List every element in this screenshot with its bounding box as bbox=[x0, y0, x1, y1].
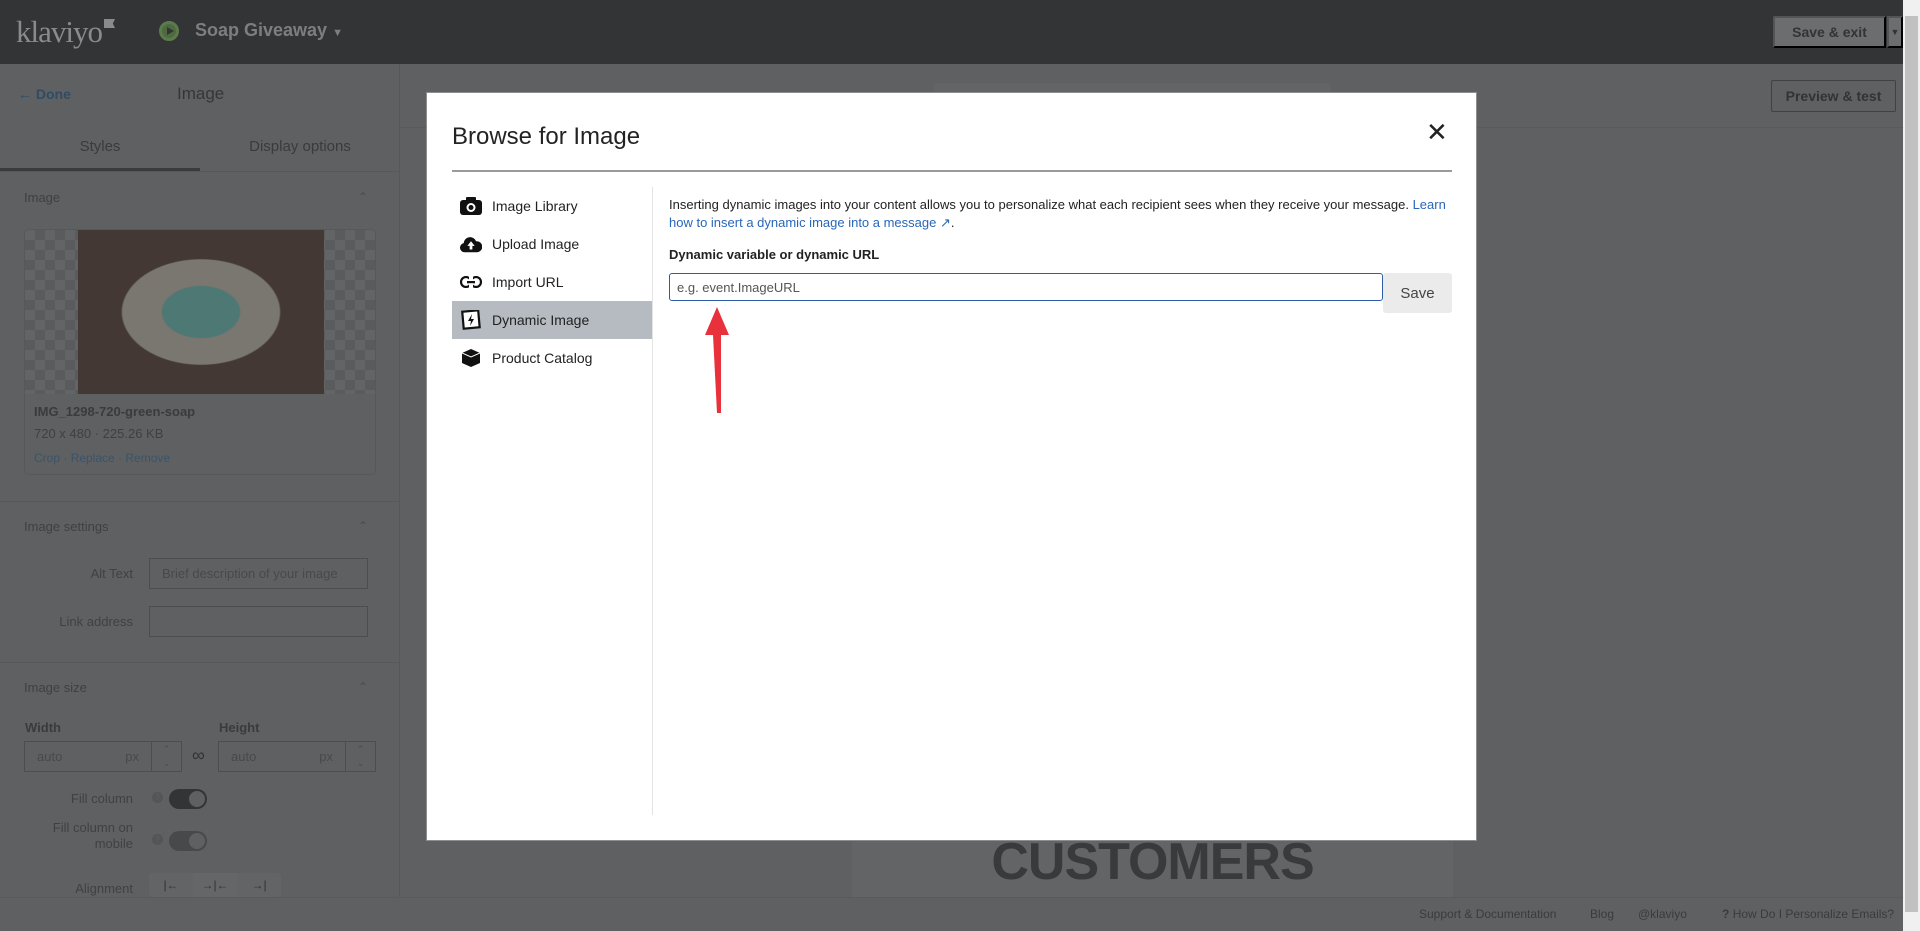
align-right-icon[interactable]: →| bbox=[237, 873, 281, 897]
nav-label: Import URL bbox=[492, 274, 564, 290]
dynamic-url-input[interactable] bbox=[669, 273, 1383, 301]
external-link-icon: ↗ bbox=[939, 215, 951, 230]
width-stepper[interactable]: ⌃ ⌄ bbox=[151, 741, 182, 772]
fill-column-mobile-label: Fill column on mobile bbox=[52, 820, 133, 851]
nav-product-catalog[interactable]: Product Catalog bbox=[452, 339, 652, 377]
section-title-image-settings: Image settings bbox=[24, 519, 109, 534]
dynamic-url-label: Dynamic variable or dynamic URL bbox=[669, 247, 880, 262]
panel-title: Image bbox=[177, 84, 225, 103]
section-title-image-size: Image size bbox=[24, 680, 87, 695]
nav-dynamic-image[interactable]: Dynamic Image bbox=[452, 301, 652, 339]
align-left-icon[interactable]: |← bbox=[149, 873, 193, 897]
remove-link[interactable]: Remove bbox=[125, 451, 170, 465]
divider bbox=[0, 662, 400, 663]
fill-column-toggle[interactable] bbox=[169, 789, 207, 809]
tab-display-options[interactable]: Display options bbox=[200, 138, 400, 155]
alt-text-input[interactable]: Brief description of your image bbox=[149, 558, 368, 589]
nav-label: Product Catalog bbox=[492, 350, 593, 366]
klaviyo-logo: klaviyo bbox=[16, 14, 103, 49]
save-options-caret-icon[interactable]: ▼ bbox=[1887, 16, 1903, 48]
replace-link[interactable]: Replace bbox=[71, 451, 115, 465]
done-button[interactable]: ← Done bbox=[18, 86, 71, 102]
preview-test-button[interactable]: Preview & test bbox=[1771, 80, 1896, 112]
nav-label: Image Library bbox=[492, 198, 578, 214]
modal-title: Browse for Image bbox=[452, 123, 641, 150]
link-icon bbox=[460, 272, 482, 292]
image-card: IMG_1298-720-green-soap 720 x 480 · 225.… bbox=[24, 229, 376, 475]
align-center-icon[interactable]: →|← bbox=[193, 873, 237, 897]
cloud-upload-icon bbox=[460, 234, 482, 254]
annotation-arrow-icon bbox=[705, 307, 729, 413]
browse-image-modal: Browse for Image ✕ Image Library Upload … bbox=[427, 93, 1476, 840]
tab-styles[interactable]: Styles bbox=[0, 138, 200, 155]
fill-column-mobile-toggle[interactable] bbox=[169, 831, 207, 851]
image-actions: Crop · Replace · Remove bbox=[34, 451, 171, 465]
footer bbox=[0, 897, 1903, 931]
top-bar: klaviyo Soap Giveaway ▼ Save & exit ▼ bbox=[0, 0, 1903, 64]
width-label: Width bbox=[25, 720, 61, 735]
nav-label: Upload Image bbox=[492, 236, 580, 252]
fill-column-label: Fill column bbox=[70, 791, 133, 806]
save-exit-button[interactable]: Save & exit bbox=[1773, 16, 1886, 48]
modal-divider bbox=[452, 170, 1452, 172]
collapse-chevron-icon[interactable]: ⌃ bbox=[358, 190, 368, 204]
nav-upload-image[interactable]: Upload Image bbox=[452, 225, 652, 263]
link-address-input[interactable] bbox=[149, 606, 368, 637]
help-icon[interactable]: ? bbox=[152, 834, 163, 845]
link-dimensions-icon[interactable]: ∞ bbox=[192, 745, 205, 766]
campaign-status-icon bbox=[159, 21, 179, 41]
box-icon bbox=[460, 348, 482, 368]
nav-import-url[interactable]: Import URL bbox=[452, 263, 652, 301]
modal-vertical-divider bbox=[652, 187, 653, 815]
logo-flag-icon bbox=[104, 19, 115, 28]
image-properties-panel bbox=[0, 64, 400, 897]
crop-link[interactable]: Crop bbox=[34, 451, 60, 465]
link-address-label: Link address bbox=[59, 614, 133, 629]
footer-support-link[interactable]: Support & Documentation bbox=[1419, 907, 1556, 921]
collapse-chevron-icon[interactable]: ⌃ bbox=[358, 519, 368, 533]
campaign-name-dropdown[interactable]: Soap Giveaway ▼ bbox=[195, 20, 343, 41]
height-input[interactable]: auto px bbox=[218, 741, 346, 772]
alignment-label: Alignment bbox=[75, 881, 133, 896]
footer-twitter-link[interactable]: @klaviyo bbox=[1638, 907, 1687, 921]
divider bbox=[0, 171, 400, 172]
image-filename: IMG_1298-720-green-soap bbox=[34, 404, 196, 419]
close-icon[interactable]: ✕ bbox=[1426, 117, 1448, 148]
image-thumbnail bbox=[78, 230, 324, 394]
nav-image-library[interactable]: Image Library bbox=[452, 187, 652, 225]
alignment-buttons: |← →|← →| bbox=[149, 873, 281, 897]
help-icon[interactable]: ? bbox=[152, 792, 163, 803]
footer-blog-link[interactable]: Blog bbox=[1590, 907, 1614, 921]
section-title-image: Image bbox=[24, 190, 61, 205]
divider bbox=[0, 501, 400, 502]
scrollbar-thumb[interactable] bbox=[1905, 16, 1918, 912]
dynamic-image-icon bbox=[460, 310, 482, 330]
description-text: Inserting dynamic images into your conte… bbox=[669, 197, 1409, 212]
image-dimensions: 720 x 480 · 225.26 KB bbox=[34, 426, 164, 441]
question-icon: ? bbox=[1722, 907, 1730, 921]
height-stepper[interactable]: ⌃ ⌄ bbox=[345, 741, 376, 772]
height-label: Height bbox=[219, 720, 260, 735]
camera-icon bbox=[460, 196, 482, 216]
footer-help-link[interactable]: ? How Do I Personalize Emails? bbox=[1722, 907, 1894, 921]
alt-text-label: Alt Text bbox=[90, 566, 133, 581]
nav-label: Dynamic Image bbox=[492, 312, 590, 328]
dynamic-image-description: Inserting dynamic images into your conte… bbox=[669, 197, 1446, 230]
save-button[interactable]: Save bbox=[1383, 273, 1452, 313]
collapse-chevron-icon[interactable]: ⌃ bbox=[358, 680, 368, 694]
email-headline: CUSTOMERS bbox=[991, 833, 1314, 891]
width-input[interactable]: auto px bbox=[24, 741, 152, 772]
